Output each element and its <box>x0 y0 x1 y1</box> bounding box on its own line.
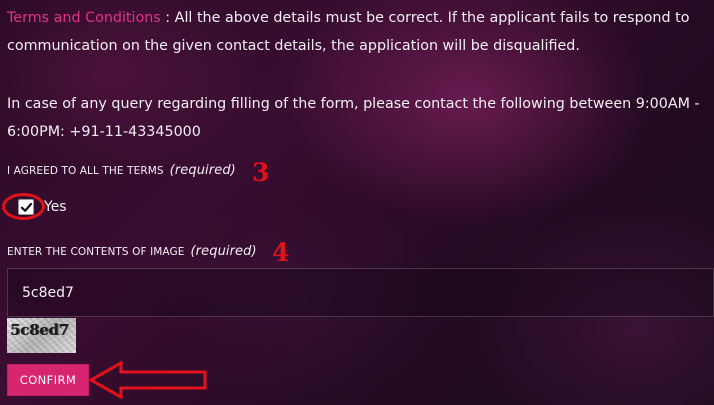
agree-label-text: I AGREED TO ALL THE TERMS <box>7 165 164 177</box>
captcha-label-text: ENTER THE CONTENTS OF IMAGE <box>7 246 185 258</box>
contact-paragraph: In case of any query regarding filling o… <box>7 96 700 140</box>
step-marker-3: 3 <box>252 158 270 187</box>
step-marker-4: 4 <box>272 238 290 267</box>
terms-link[interactable]: Terms and Conditions <box>7 10 161 26</box>
agree-option-label[interactable]: Yes <box>44 199 67 215</box>
circle-highlight-annotation <box>2 193 45 220</box>
captcha-input[interactable] <box>7 268 714 317</box>
captcha-image: 5c8ed7 <box>7 318 76 353</box>
confirm-button[interactable]: CONFIRM <box>7 364 89 396</box>
captcha-required-hint: (required) <box>190 244 257 259</box>
terms-separator: : <box>160 10 175 26</box>
agree-required-hint: (required) <box>169 163 236 178</box>
captcha-field-label: ENTER THE CONTENTS OF IMAGE (required) <box>7 244 257 259</box>
terms-paragraph: Terms and Conditions : All the above det… <box>7 4 712 60</box>
captcha-image-text: 5c8ed7 <box>10 321 69 339</box>
agree-field-label: I AGREED TO ALL THE TERMS (required) <box>7 163 236 178</box>
arrow-left-icon <box>88 360 207 400</box>
